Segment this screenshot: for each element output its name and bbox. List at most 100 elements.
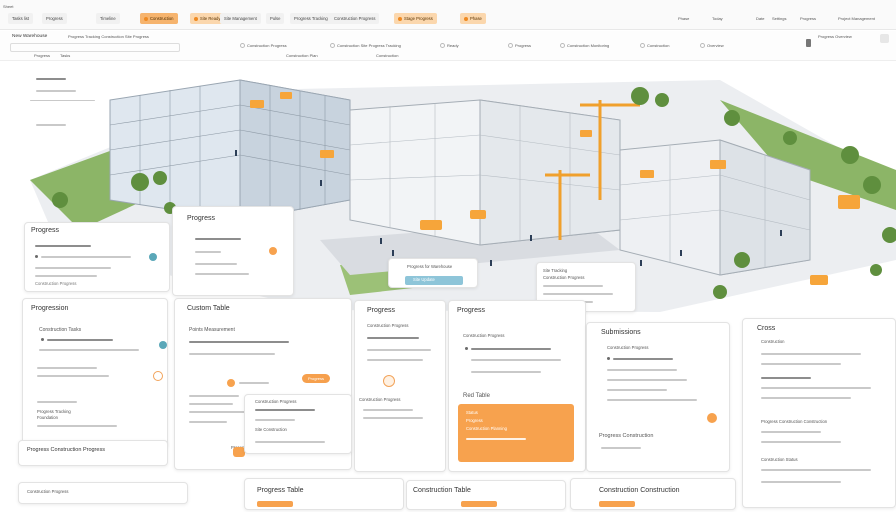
card-sub: Construction Progress [463, 333, 505, 338]
tab-2[interactable]: Timeline [96, 13, 120, 24]
marker-icon [153, 371, 163, 381]
card-footer: Progress Construction [599, 433, 654, 439]
tab-1[interactable]: Progress [42, 13, 67, 24]
mid-popup[interactable]: Progress for Warehouse Site Update [388, 258, 478, 288]
construction-progress-card[interactable]: Construction Progress Site Construction [244, 394, 352, 454]
panel-line [36, 90, 76, 92]
sub-item-site-tracking[interactable]: Construction Site Progress Tracking [330, 43, 401, 49]
bottom-mid3-card[interactable]: Construction Construction [570, 478, 736, 510]
secondary-toolbar: New Warehouse Progress Tracking Construc… [0, 31, 896, 61]
sub-item-monitoring[interactable]: Construction Monitoring [560, 43, 609, 49]
panel-divider [30, 100, 95, 101]
menu-phase[interactable]: Phase [678, 16, 689, 21]
card-line [367, 349, 431, 351]
bottom-left-card[interactable]: Progress Construction Progress [18, 440, 168, 466]
tab-7[interactable]: Progress Tracking [290, 13, 332, 24]
card-sub: Construction Progress [607, 345, 649, 350]
bottom-mid2-card[interactable]: Construction Table [406, 480, 566, 510]
circle-icon [330, 43, 335, 49]
list-item: Foundation [37, 415, 58, 420]
card-sub: Construction Tasks [39, 327, 82, 333]
sub-item-progress[interactable]: Progress [508, 43, 532, 49]
tab-9[interactable]: Stage Progress [394, 13, 437, 24]
left-main-card[interactable]: Progression Construction Tasks Progress … [22, 298, 168, 448]
tab-label: Construction Progress [334, 16, 376, 21]
popup-button[interactable]: Site Update [405, 276, 463, 285]
card-line [607, 389, 667, 391]
card-line [41, 256, 131, 258]
card-title: Construction Table [413, 487, 471, 494]
top-right-menu: Phase Today Date Settings Progress Proje… [676, 13, 896, 24]
popup-title: Site Tracking [543, 268, 568, 273]
marker-icon [707, 413, 717, 423]
menu-project-management[interactable]: Project Management [838, 16, 875, 21]
bottom-mid1-card[interactable]: Progress Table [244, 478, 404, 510]
sub-item-construction[interactable]: Construction [640, 43, 669, 49]
card-title: Progress Table [257, 487, 304, 494]
card-line [363, 409, 413, 411]
card-line [761, 469, 871, 471]
circle-icon [640, 43, 645, 49]
card-sub: Construction [761, 339, 785, 344]
glass-building-left [109, 79, 351, 221]
card-line [471, 348, 551, 350]
tab-10[interactable]: Phase [460, 13, 486, 24]
card-title: Construction Progress [255, 399, 297, 404]
tab-0[interactable]: Tasks list [8, 13, 33, 24]
card-line [35, 245, 91, 247]
list-item: Construction Progress [359, 397, 401, 402]
user-badge-icon[interactable] [880, 34, 889, 43]
tab-label: Timeline [100, 16, 116, 21]
circle-icon [700, 43, 705, 49]
progress-mid-card[interactable]: Progress Construction Progress Construct… [354, 300, 446, 472]
menu-date[interactable]: Date [756, 16, 764, 21]
side-toggle[interactable] [806, 39, 811, 47]
sub2-progress[interactable]: Progress [34, 53, 50, 58]
tab-8[interactable]: Construction Progress [330, 13, 380, 24]
card-line [761, 481, 841, 483]
tab-label: Site Management [224, 16, 257, 21]
filter-field[interactable] [10, 43, 180, 52]
menu-today[interactable]: Today [712, 16, 723, 21]
panel-line [195, 238, 241, 240]
right-card[interactable]: Cross Construction Progress Construction… [742, 318, 896, 508]
list-item: Progress Construction Construction [761, 419, 828, 424]
panel-line [195, 263, 237, 265]
menu-settings[interactable]: Settings [772, 16, 786, 21]
card-line [189, 421, 227, 423]
sub-item-construction-progress[interactable]: Construction Progress [240, 43, 287, 49]
tab-label: Pulse [270, 16, 281, 21]
tab-label: Progress [46, 16, 63, 21]
sub2-plan[interactable]: Construction Plan [286, 53, 318, 58]
sub2-construction[interactable]: Construction [376, 53, 398, 58]
bullet-icon [41, 338, 44, 341]
card-line [363, 417, 423, 419]
tab-3[interactable]: Construction [140, 13, 178, 24]
card-line [471, 359, 561, 361]
sub-item-label: Progress [515, 43, 532, 48]
sub-item-overview[interactable]: Overview [700, 43, 724, 49]
submissions-card[interactable]: Submissions Construction Progress Progre… [586, 322, 730, 472]
tab-dot-icon [398, 16, 402, 21]
card-title: Submissions [601, 329, 641, 336]
bottom-progress-bar-card[interactable]: Construction Progress [18, 482, 188, 504]
marker-icon [227, 379, 235, 387]
sub2-tasks[interactable]: Tasks [60, 53, 70, 58]
card-title: Cross [757, 325, 776, 332]
card-line [761, 387, 871, 389]
circle-icon [440, 43, 445, 49]
card-line-text: Site Construction [255, 427, 287, 432]
menu-progress[interactable]: Progress [800, 16, 816, 21]
left-top-card[interactable]: Progress Construction Progress [24, 222, 170, 292]
sub-item-ready[interactable]: Ready [440, 43, 459, 49]
tab-6[interactable]: Pulse [266, 13, 285, 24]
tab-5[interactable]: Site Management [220, 13, 261, 24]
card-line [189, 341, 289, 343]
orange-summary-box[interactable]: Status Progress Construction Planning [458, 404, 574, 462]
scene-progress-panel[interactable]: Progress [172, 206, 294, 296]
card-title: Construction Construction [599, 487, 680, 494]
filter-bar[interactable]: Progress Tracking Construction Site Prog… [68, 34, 149, 39]
panel-line [195, 273, 249, 275]
progress-pill[interactable]: Progress [302, 374, 331, 383]
card-line [761, 353, 861, 355]
